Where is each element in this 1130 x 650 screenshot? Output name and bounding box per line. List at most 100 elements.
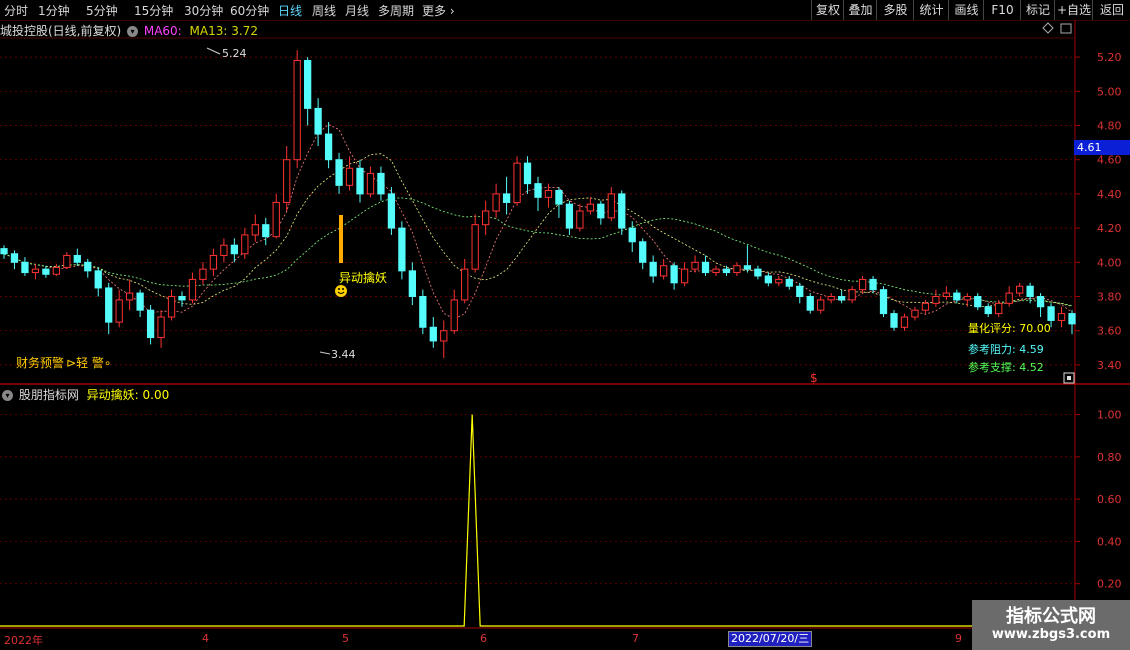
indicator-tick-label: 0.20 (1097, 578, 1122, 591)
candle (230, 238, 238, 263)
candle (283, 146, 291, 211)
candle (157, 310, 165, 348)
candle (73, 248, 81, 266)
candles-group (0, 50, 1076, 359)
current-price-tag: 4.61 (1074, 140, 1130, 155)
high-label: 5.24 (222, 47, 247, 60)
indicator-tick-label: 1.00 (1097, 409, 1122, 422)
candle (764, 272, 772, 287)
price-tick-label: 4.60 (1097, 154, 1122, 167)
x-label-5: 7 (632, 632, 639, 645)
candle (146, 305, 155, 345)
candle (597, 200, 605, 225)
indicator-tick-label: 0.60 (1097, 493, 1122, 506)
price-tick-label: 3.60 (1097, 325, 1122, 338)
candle (754, 265, 762, 280)
candle (932, 289, 940, 307)
diamond-icon[interactable] (1042, 22, 1054, 34)
candle (523, 156, 532, 194)
candle (712, 265, 720, 276)
price-tick-label: 3.80 (1097, 291, 1122, 304)
candle (817, 296, 825, 314)
candle (304, 57, 312, 126)
candle (879, 286, 888, 318)
x-label-3: 5 (342, 632, 349, 645)
candle (387, 187, 396, 235)
candle (796, 282, 804, 304)
x-label-6: 9 (955, 632, 962, 645)
stock-name: 城投控股(日线,前复权) (0, 24, 122, 38)
candle (618, 190, 626, 235)
x-label-2: 4 (202, 632, 209, 645)
signal-bar (339, 215, 343, 263)
candle (21, 257, 29, 276)
score-row: 量化评分: 70.00 (968, 322, 1051, 335)
low-label: 3.44 (331, 348, 356, 361)
candle (502, 176, 511, 215)
candle (858, 275, 867, 294)
warning-label: 财务预警 (16, 356, 65, 370)
candle (890, 310, 898, 331)
candle (628, 221, 636, 253)
candle (785, 275, 793, 290)
candle (324, 122, 333, 169)
candle (733, 262, 741, 276)
candle (942, 286, 950, 300)
chevron-down-icon[interactable]: ▾ (127, 26, 139, 37)
candle (84, 258, 92, 278)
candle (1036, 293, 1045, 318)
candle (482, 200, 490, 235)
window-icon[interactable] (1060, 23, 1072, 34)
candle (680, 262, 689, 287)
candle (94, 267, 102, 297)
candle (335, 152, 343, 194)
price-tick-label: 4.00 (1097, 256, 1122, 269)
candle (471, 214, 479, 273)
candle (272, 193, 280, 239)
candle (513, 156, 521, 206)
candle (848, 286, 856, 304)
candle (429, 317, 437, 348)
candle (701, 255, 710, 276)
candle (461, 258, 469, 304)
candle (345, 156, 354, 191)
candle (534, 176, 542, 211)
x-label-1: 2022年 (4, 634, 43, 647)
candle (1005, 286, 1013, 307)
candle (607, 187, 615, 222)
ma-line (3, 153, 1073, 307)
low-marker (319, 351, 331, 355)
candle (1057, 306, 1066, 328)
price-tick-label: 4.40 (1097, 188, 1122, 201)
candle (691, 255, 699, 273)
candle (178, 291, 186, 307)
signal-spike (0, 414, 1075, 627)
price-tick-label: 5.20 (1097, 51, 1122, 64)
candle (408, 262, 416, 306)
candle (241, 228, 249, 259)
candle (586, 197, 594, 215)
ma60-label: MA60: (143, 24, 182, 38)
ma13-label: MA13: 3.72 (189, 24, 258, 38)
candle (775, 275, 783, 287)
candle (911, 306, 919, 321)
candle (670, 262, 678, 290)
candle (838, 289, 846, 304)
candle (199, 262, 207, 285)
kline-chart[interactable]: 5.20 5.00 4.80 4.60 4.40 4.20 4.00 3.80 3.60 3.40… (0, 0, 1130, 650)
candle (639, 238, 647, 270)
candle (52, 264, 60, 276)
candle (806, 293, 814, 314)
candle (209, 248, 218, 276)
indicator-tick-label: 0.80 (1097, 451, 1122, 464)
candle (188, 272, 197, 304)
candle (743, 245, 752, 273)
sub-title-row: ▾ 股朋指标网 异动擒妖: 0.00 (0, 386, 169, 402)
support-row: 参考支撑: 4.52 (968, 361, 1044, 374)
chevron-down-icon[interactable]: ▾ (2, 390, 13, 401)
candle (126, 279, 134, 311)
watermark: 指标公式网 www.zbgs3.com (972, 600, 1130, 650)
price-tick-label: 3.40 (1097, 359, 1122, 372)
candle (419, 289, 427, 335)
cursor-date-tag: 2022/07/20/三 (728, 631, 813, 647)
